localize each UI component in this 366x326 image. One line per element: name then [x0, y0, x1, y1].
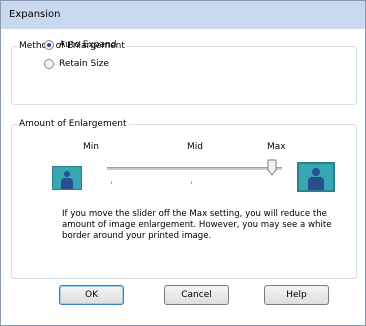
radio-unselected-icon[interactable] — [44, 59, 54, 69]
cancel-button[interactable]: Cancel — [164, 285, 229, 305]
radio-selected-icon[interactable] — [44, 40, 54, 50]
person-body — [61, 178, 73, 189]
slider-max-label: Max — [267, 142, 286, 152]
person-head — [64, 171, 70, 177]
small-image-icon — [52, 166, 82, 190]
person-body — [308, 177, 324, 190]
retain-size-label: Retain Size — [59, 59, 109, 69]
slider-min-label: Min — [83, 142, 99, 152]
enlargement-info-text: If you move the slider off the Max setti… — [62, 209, 332, 241]
expansion-dialog: Expansion Method of Enlargement Amount o… — [0, 0, 366, 326]
dialog-title: Expansion — [9, 9, 61, 20]
retain-size-radio[interactable]: Retain Size — [44, 59, 109, 69]
title-bar[interactable]: Expansion — [1, 1, 365, 29]
slider-tick-min — [111, 181, 112, 184]
enlargement-slider-track[interactable] — [107, 167, 282, 170]
slider-thumb[interactable] — [267, 159, 277, 176]
ok-button[interactable]: OK — [59, 285, 124, 305]
method-of-enlargement-group: Method of Enlargement — [11, 41, 357, 105]
help-button[interactable]: Help — [264, 285, 329, 305]
slider-mid-label: Mid — [187, 142, 203, 152]
slider-tick-mid — [191, 181, 192, 184]
amount-group-legend: Amount of Enlargement — [19, 119, 127, 129]
auto-expand-label: Auto Expand — [59, 40, 117, 50]
person-head — [312, 168, 320, 176]
auto-expand-radio[interactable]: Auto Expand — [44, 40, 116, 50]
large-image-icon — [297, 162, 335, 192]
amount-of-enlargement-group: Amount of Enlargement — [11, 119, 357, 279]
